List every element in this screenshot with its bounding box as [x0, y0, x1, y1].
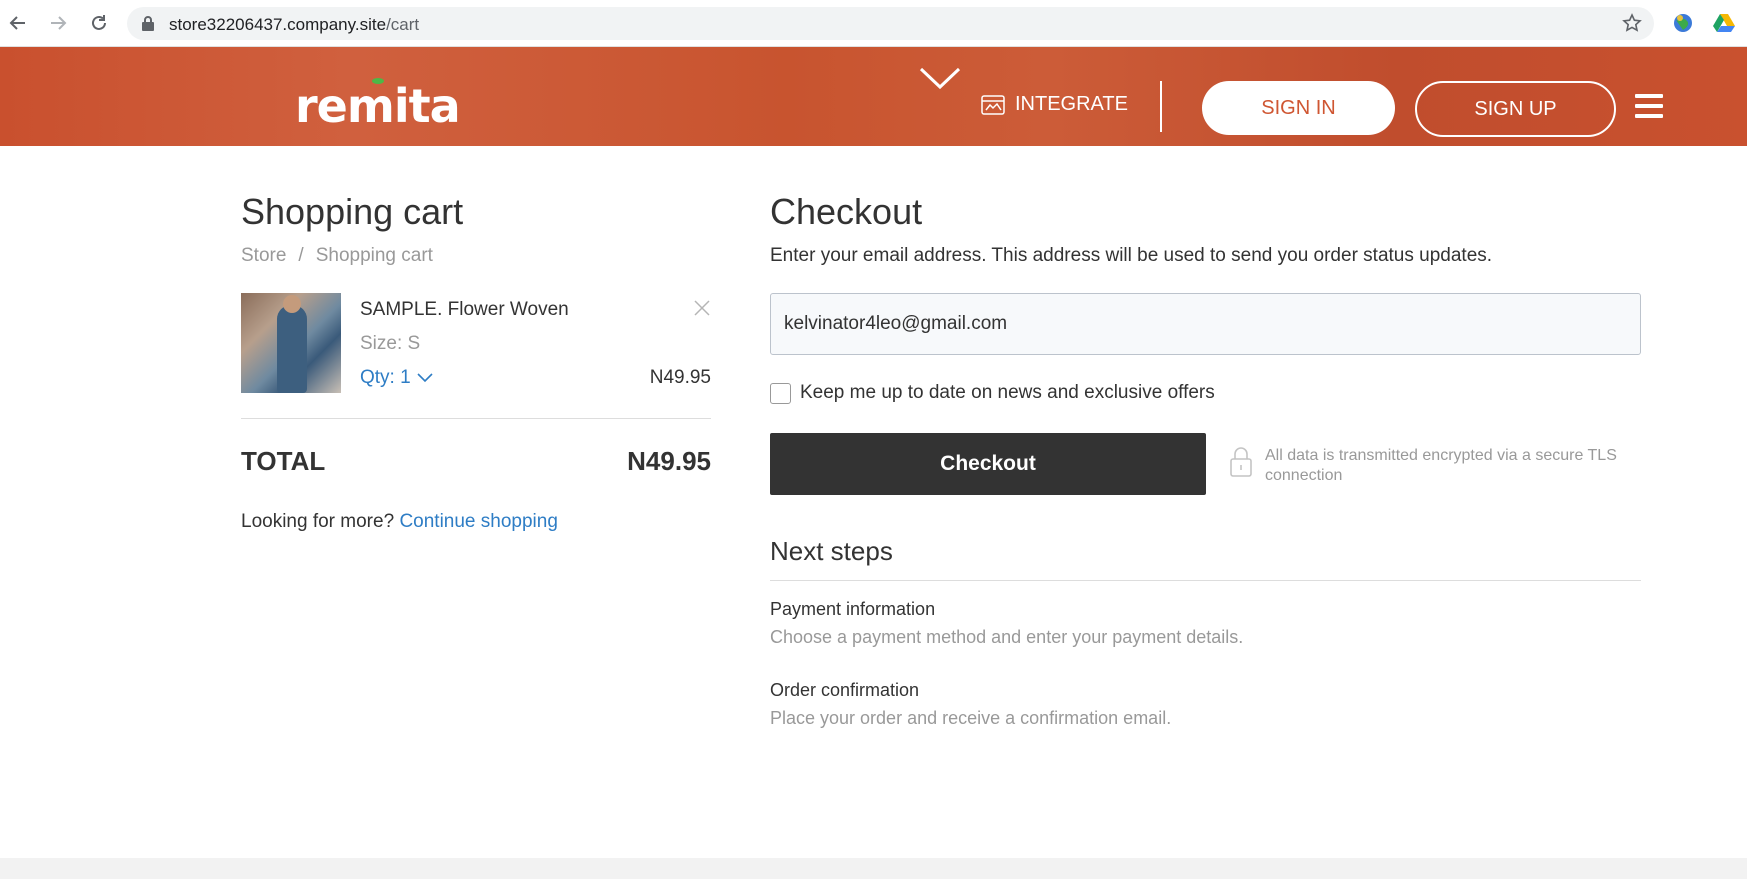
- bookmark-star-icon[interactable]: [1622, 13, 1642, 33]
- newsletter-option[interactable]: Keep me up to date on news and exclusive…: [770, 382, 1215, 404]
- product-price: N49.95: [649, 367, 711, 388]
- step-description: Choose a payment method and enter your p…: [770, 627, 1244, 647]
- integrate-link[interactable]: INTEGRATE: [981, 93, 1128, 116]
- next-steps-divider: [770, 580, 1641, 581]
- chevron-down-icon[interactable]: [918, 65, 962, 91]
- checkout-description: Enter your email address. This address w…: [770, 245, 1493, 266]
- back-icon[interactable]: [5, 10, 31, 36]
- logo-leaf-icon: [372, 78, 384, 84]
- header-divider: [1160, 81, 1162, 132]
- product-thumbnail[interactable]: [241, 293, 341, 393]
- secure-text: All data is transmitted encrypted via a …: [1265, 447, 1617, 484]
- google-drive-icon[interactable]: [1713, 13, 1735, 33]
- total-label: TOTAL: [241, 446, 326, 476]
- breadcrumb-separator: /: [298, 245, 304, 266]
- breadcrumb: Store / Shopping cart: [241, 245, 433, 267]
- checkout-button[interactable]: Checkout: [770, 433, 1206, 495]
- quantity-label: Qty: 1: [360, 367, 411, 388]
- breadcrumb-current: Shopping cart: [315, 245, 433, 266]
- integrate-label: INTEGRATE: [1015, 93, 1128, 115]
- padlock-icon: [1230, 447, 1252, 477]
- sign-up-button[interactable]: SIGN UP: [1415, 81, 1616, 137]
- product-size: Size: S: [360, 333, 421, 354]
- step-title: Order confirmation: [770, 680, 920, 700]
- extension-globe-icon[interactable]: [1672, 12, 1694, 34]
- step-description: Place your order and receive a confirmat…: [770, 708, 1172, 728]
- address-bar[interactable]: store32206437.company.site/cart: [127, 7, 1654, 40]
- forward-icon[interactable]: [45, 10, 71, 36]
- integrate-icon: [981, 94, 1005, 115]
- newsletter-checkbox[interactable]: [770, 382, 791, 404]
- continue-shopping-row: Looking for more? Continue shopping: [241, 511, 558, 533]
- step-title: Payment information: [770, 599, 936, 619]
- remove-item-icon[interactable]: [693, 299, 711, 317]
- cart-divider: [241, 418, 711, 419]
- total-value: N49.95: [627, 446, 711, 476]
- chevron-down-icon: [417, 373, 433, 383]
- hamburger-menu-icon[interactable]: [1635, 94, 1663, 120]
- lock-icon: [142, 16, 154, 31]
- newsletter-label: Keep me up to date on news and exclusive…: [800, 382, 1215, 403]
- url-text: store32206437.company.site/cart: [169, 15, 420, 34]
- remita-logo[interactable]: remita: [295, 83, 461, 129]
- cart-title: Shopping cart: [241, 191, 464, 232]
- browser-toolbar: store32206437.company.site/cart: [0, 0, 1747, 47]
- footer-band: [0, 858, 1747, 879]
- secure-notice: All data is transmitted encrypted via a …: [1229, 446, 1629, 486]
- continue-shopping-link[interactable]: Continue shopping: [399, 511, 557, 532]
- product-name[interactable]: SAMPLE. Flower Woven: [360, 299, 569, 321]
- breadcrumb-store[interactable]: Store: [241, 245, 286, 266]
- email-field[interactable]: [770, 293, 1641, 355]
- checkout-title: Checkout: [770, 191, 923, 232]
- more-text: Looking for more?: [241, 511, 395, 532]
- next-steps-title: Next steps: [770, 536, 893, 566]
- sign-in-button[interactable]: SIGN IN: [1202, 81, 1395, 135]
- site-header: remita INTEGRATE SIGN IN SIGN UP: [0, 47, 1747, 146]
- quantity-selector[interactable]: Qty: 1: [360, 367, 433, 389]
- reload-icon[interactable]: [86, 10, 112, 36]
